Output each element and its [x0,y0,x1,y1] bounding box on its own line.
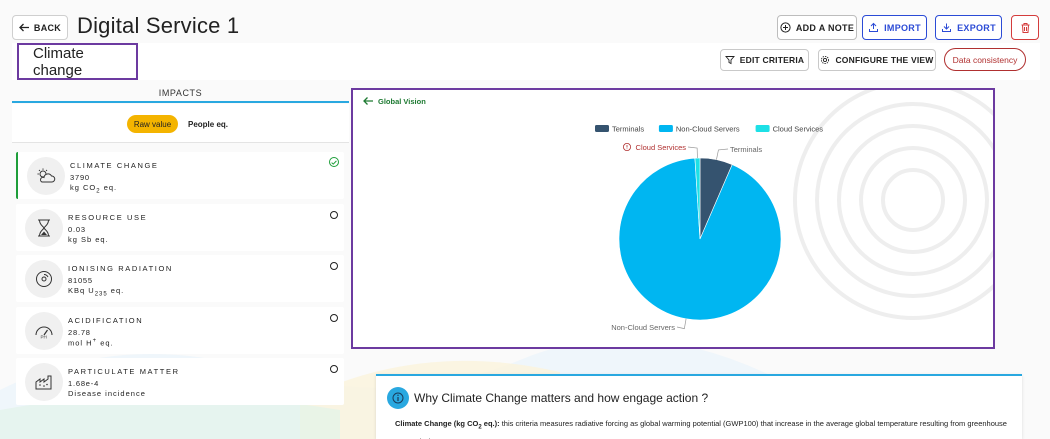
radio-button[interactable] [330,314,338,322]
impact-unit: kg Sb eq. [68,235,109,244]
edit-criteria-label: EDIT CRITERIA [739,55,805,65]
gear-icon [821,55,830,65]
legend-label[interactable]: Non-Cloud Servers [676,125,740,134]
factory-icon [25,363,63,401]
impact-unit: kg CO2 eq. [70,183,118,195]
legend-swatch[interactable] [595,125,609,132]
label-leader-line [716,148,729,160]
impact-value: 3790 [70,173,90,182]
pie-slices [618,157,782,321]
people-eq-toggle[interactable]: People eq. [186,115,230,133]
fingerprint-watermark [793,90,993,320]
configure-view-button[interactable]: CONFIGURE THE VIEW [818,49,936,71]
radio-button[interactable] [330,211,338,219]
impact-card-ionising-radiation[interactable]: IONISING RADIATION 81055 KBq U235 eq. [16,255,344,302]
value-toggle-group [12,104,349,143]
plus-circle-icon [780,22,791,33]
download-icon [942,23,952,32]
warning-icon [622,143,631,152]
page-title: Digital Service 1 [77,13,240,38]
info-icon [387,387,409,409]
chart-panel: Global Vision Terminals Non-Cloud Servers… [351,88,995,349]
impact-name: RESOURCE USE [68,213,148,222]
add-note-button[interactable]: ADD A NOTE [777,15,857,40]
pie-chart: Terminals Non-Cloud Servers Cloud Services… [595,90,993,332]
export-button[interactable]: EXPORT [935,15,1002,40]
legend-swatch[interactable] [658,125,673,132]
impact-unit: KBq U235 eq. [68,286,125,298]
export-label: EXPORT [957,22,996,33]
info-card: Why Climate Change matters and how engag… [376,374,1022,439]
impact-name: IONISING RADIATION [68,264,173,273]
import-label: IMPORT [884,22,921,33]
cloud-sun-icon [27,157,65,195]
slice-label: Terminals [730,145,762,154]
impact-value: 81055 [68,276,93,285]
import-button[interactable]: IMPORT [862,15,927,40]
edit-criteria-button[interactable]: EDIT CRITERIA [720,49,809,71]
arrow-left-icon [18,23,29,32]
impact-value: 0.03 [68,225,86,234]
impact-value: 28.78 [68,328,91,337]
legend-label[interactable]: Terminals [612,125,644,134]
add-note-label: ADD A NOTE [795,22,855,33]
slice-label: Cloud Services [636,143,687,152]
filter-icon [724,56,735,65]
selected-check-icon [329,157,339,167]
impact-card-resource-use[interactable]: RESOURCE USE 0.03 kg Sb eq. [16,204,344,251]
impact-name: ACIDIFICATION [68,316,144,325]
impact-card-climate-change[interactable]: CLIMATE CHANGE 3790 kg CO2 eq. [16,152,344,199]
data-consistency-button[interactable]: Data consistency [944,48,1026,71]
label-leader-line [676,318,687,330]
radio-button[interactable] [330,365,338,373]
legend-swatch[interactable] [755,125,770,132]
hourglass-icon [25,209,63,247]
back-button[interactable]: BACK [12,15,68,40]
ph-gauge-icon: PH [25,312,63,350]
radiation-icon [25,260,63,298]
tab-impacts[interactable]: IMPACTS [12,85,349,103]
radio-button[interactable] [330,262,338,270]
back-label: BACK [33,22,62,33]
info-description: Climate Change (kg CO2 eq.): this criter… [395,419,1007,439]
impact-name: CLIMATE CHANGE [70,161,159,170]
upload-icon [869,22,879,32]
impact-name: PARTICULATE MATTER [68,367,180,376]
impact-unit: Disease incidence [68,389,146,398]
info-title: Why Climate Change matters and how engag… [414,391,709,405]
impact-card-acidification[interactable]: PH ACIDIFICATION 28.78 mol H+ eq. [16,307,344,354]
delete-button[interactable] [1011,15,1039,40]
configure-view-label: CONFIGURE THE VIEW [835,55,934,65]
label-leader-line [687,146,698,159]
impact-unit: mol H+ eq. [68,338,114,348]
impact-value: 1.68e-4 [68,379,100,388]
page: BACK Digital Service 1 ADD A NOTE IMPORT… [0,0,1050,439]
criteria-title: Climate change [17,43,138,80]
trash-icon [1021,22,1029,33]
legend-label[interactable]: Cloud Services [773,125,824,134]
slice-label: Non-Cloud Servers [611,323,675,332]
chart-legend: Terminals Non-Cloud Servers Cloud Services [595,125,823,134]
impact-card-particulate-matter[interactable]: PARTICULATE MATTER 1.68e-4 Disease incid… [16,358,344,405]
svg-text:PH: PH [41,335,47,340]
raw-value-toggle[interactable]: Raw value [127,115,178,133]
